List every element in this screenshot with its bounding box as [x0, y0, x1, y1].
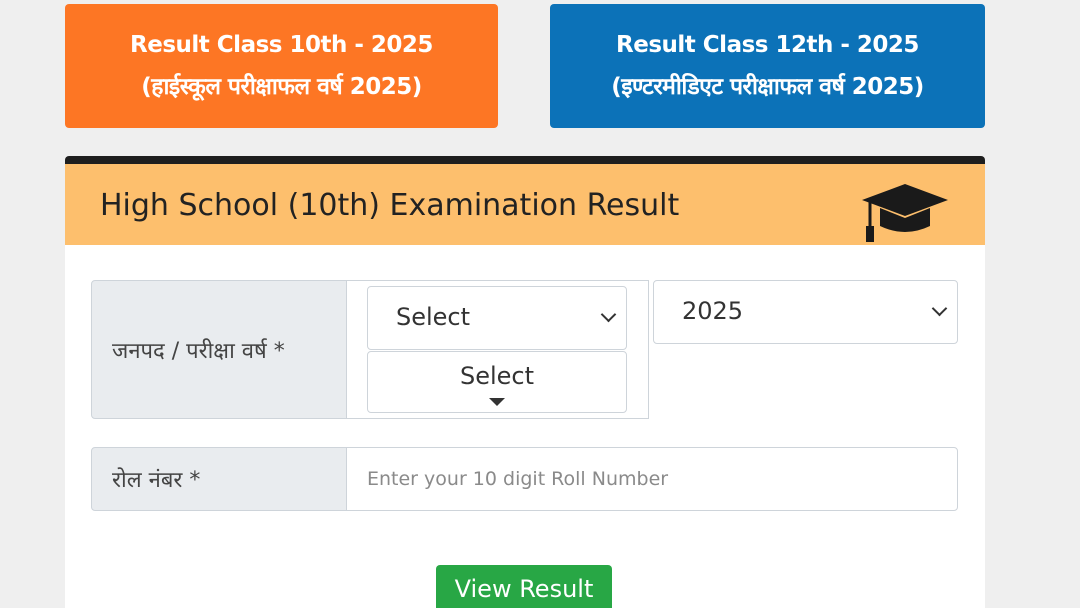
result-class-10-subtitle: (हाईस्कूल परीक्षाफल वर्ष 2025) [141, 74, 422, 100]
result-form-card: High School (10th) Examination Result जन… [65, 156, 985, 608]
card-top-border [65, 156, 985, 164]
district-year-label: जनपद / परीक्षा वर्ष * [91, 280, 347, 419]
district-select[interactable]: Select [367, 286, 627, 350]
result-class-12-subtitle: (इण्टरमीडिएट परीक्षाफल वर्ष 2025) [611, 74, 924, 100]
roll-number-label: रोल नंबर * [91, 447, 347, 511]
card-header: High School (10th) Examination Result [65, 164, 985, 245]
view-result-button[interactable]: View Result [436, 565, 612, 608]
result-class-12-title: Result Class 12th - 2025 [616, 32, 919, 58]
result-class-10-button[interactable]: Result Class 10th - 2025 (हाईस्कूल परीक्… [65, 4, 498, 128]
chevron-down-icon [931, 300, 948, 317]
district-dropdown-value: Select [459, 362, 535, 390]
chevron-down-icon [600, 306, 617, 323]
roll-number-input[interactable] [346, 447, 958, 511]
result-class-12-button[interactable]: Result Class 12th - 2025 (इण्टरमीडिएट पर… [550, 4, 985, 128]
district-select-value: Select [396, 303, 471, 331]
card-title: High School (10th) Examination Result [100, 188, 680, 223]
graduation-cap-icon [862, 184, 948, 242]
exam-year-value: 2025 [682, 297, 744, 325]
caret-down-icon [489, 398, 505, 406]
result-class-10-title: Result Class 10th - 2025 [130, 32, 433, 58]
district-dropdown-button[interactable]: Select [367, 351, 627, 413]
exam-year-select[interactable]: 2025 [653, 280, 958, 344]
